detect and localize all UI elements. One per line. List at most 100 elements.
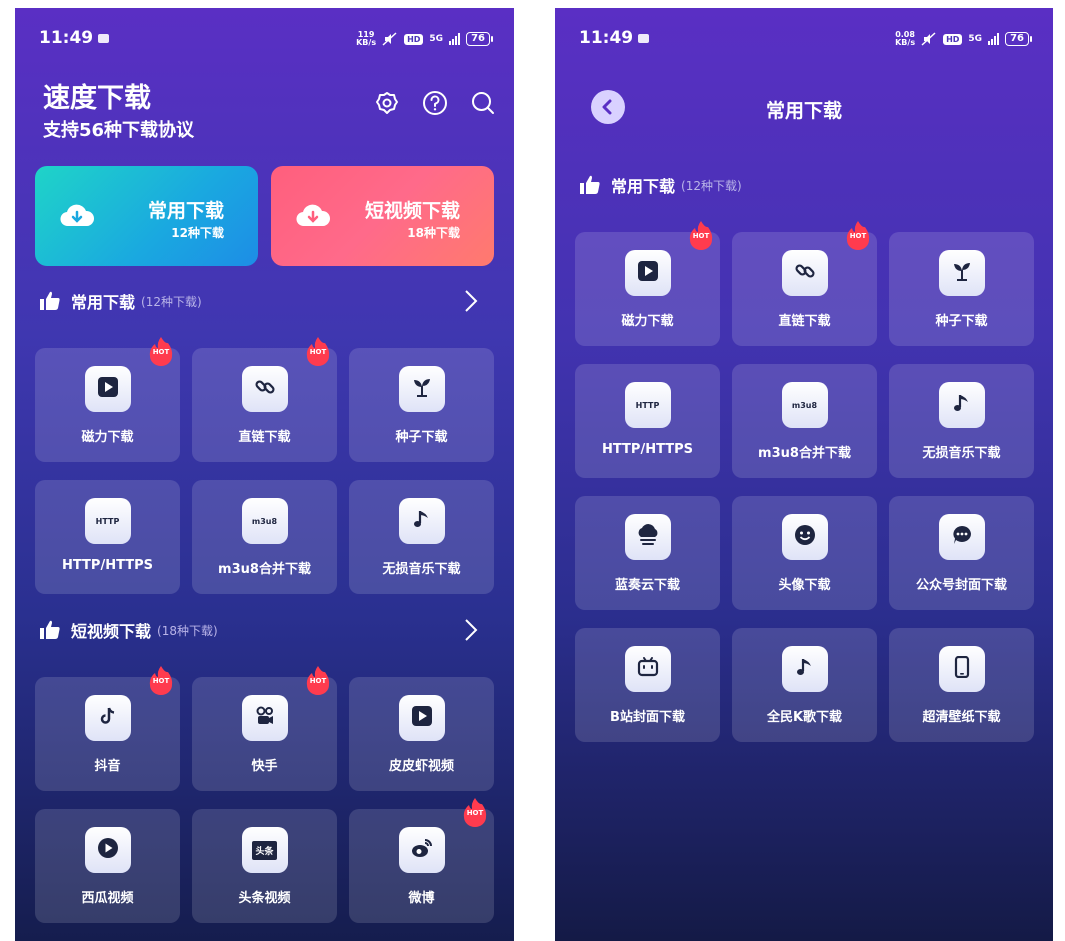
common-download-card[interactable]: 常用下载 12种下载 [35, 166, 258, 266]
network-type: 5G [968, 34, 983, 44]
download-tile[interactable]: m3u8 m3u8合并下载 [732, 364, 877, 478]
battery-icon: 76 [466, 32, 493, 46]
chevron-right-icon[interactable] [464, 289, 478, 313]
tile-icon-box [781, 250, 828, 296]
download-tile[interactable]: 头条 头条视频 [192, 809, 337, 923]
download-tile[interactable]: 超清壁纸下载 [889, 628, 1034, 742]
tile-icon-box: m3u8 [241, 498, 288, 544]
tile-label: m3u8合并下载 [218, 562, 311, 577]
m3u8-icon: m3u8 [791, 400, 818, 410]
section-title: 常用下载 [611, 177, 676, 196]
download-tile[interactable]: HTTP HTTP/HTTPS [35, 480, 180, 594]
card-title: 短视频下载 [364, 200, 460, 222]
tile-label: 西瓜视频 [81, 891, 134, 906]
tiktok-icon [97, 705, 119, 731]
thumbs-up-icon [40, 291, 60, 310]
download-tile[interactable]: 公众号封面下载 [889, 496, 1034, 610]
hot-badge: HOT [845, 220, 871, 250]
hot-label: HOT [849, 232, 867, 240]
download-tile[interactable]: m3u8 m3u8合并下载 [192, 480, 337, 594]
play-icon [97, 376, 119, 402]
thumbs-up-icon [580, 175, 600, 194]
download-tile[interactable]: 无损音乐下载 [889, 364, 1034, 478]
download-tile[interactable]: 直链下载 HOT [192, 337, 337, 462]
chevron-right-icon[interactable] [464, 618, 478, 642]
download-tile[interactable]: 直链下载 HOT [732, 221, 877, 346]
tile-icon-box: 头条 [241, 827, 288, 873]
tile-label: 种子下载 [935, 314, 988, 329]
download-tile[interactable]: 磁力下载 HOT [35, 337, 180, 462]
hd-badge: HD [943, 33, 963, 45]
tile-label: 公众号封面下载 [915, 578, 1007, 593]
music-note-icon [794, 656, 816, 682]
tile-icon-box [938, 646, 985, 692]
hot-badge: HOT [148, 665, 174, 695]
kuaishou-icon [254, 705, 276, 731]
tile-label: m3u8合并下载 [758, 446, 851, 461]
tile-label: 直链下载 [778, 314, 831, 329]
chat-icon [951, 524, 973, 550]
app-subtitle: 支持56种下载协议 [43, 120, 195, 141]
signal-icon [449, 33, 461, 45]
bilibili-icon [637, 656, 659, 682]
download-tile[interactable]: 全民K歌下载 [732, 628, 877, 742]
tile-label: 磁力下载 [81, 430, 134, 445]
hot-badge: HOT [462, 797, 488, 827]
hot-label: HOT [152, 677, 170, 685]
settings-icon[interactable] [374, 90, 400, 116]
tile-icon-box [84, 827, 131, 873]
download-tile[interactable]: 皮皮虾视频 [349, 677, 494, 791]
tile-label: 超清壁纸下载 [922, 710, 1001, 725]
tile-icon-box [241, 366, 288, 412]
hot-label: HOT [152, 348, 170, 356]
download-tile[interactable]: 微博 HOT [349, 798, 494, 923]
http-icon: HTTP [635, 400, 660, 410]
download-tile[interactable]: HTTP HTTP/HTTPS [575, 364, 720, 478]
download-tile[interactable]: 种子下载 [349, 348, 494, 462]
sprout-icon [411, 376, 433, 402]
tile-label: 直链下载 [238, 430, 291, 445]
tile-label: HTTP/HTTPS [602, 442, 693, 457]
download-tile[interactable]: 快手 HOT [192, 666, 337, 791]
download-tile[interactable]: 磁力下载 HOT [575, 221, 720, 346]
m3u8-icon: m3u8 [251, 516, 278, 526]
hot-badge: HOT [688, 220, 714, 250]
status-time: 11:49 [39, 28, 110, 48]
section-count: (12种下载) [141, 294, 202, 309]
tile-label: HTTP/HTTPS [62, 558, 153, 573]
http-icon: HTTP [95, 516, 120, 526]
download-tile[interactable]: 种子下载 [889, 232, 1034, 346]
card-subtitle: 12种下载 [171, 226, 224, 240]
download-tile[interactable]: 无损音乐下载 [349, 480, 494, 594]
card-title: 常用下载 [147, 200, 224, 222]
play-circle-icon [97, 837, 119, 863]
tile-label: 全民K歌下载 [766, 710, 843, 725]
tile-label: 微博 [408, 891, 435, 906]
download-tile[interactable]: 抖音 HOT [35, 666, 180, 791]
hot-badge: HOT [148, 336, 174, 366]
tile-label: 头像下载 [778, 578, 831, 593]
section-short-header[interactable]: 短视频下载 (18种下载) [39, 615, 514, 645]
tile-icon-box [398, 366, 445, 412]
download-tile[interactable]: 头像下载 [732, 496, 877, 610]
hot-label: HOT [309, 348, 327, 356]
tile-icon-box [398, 827, 445, 873]
hot-badge: HOT [305, 336, 331, 366]
tile-icon-box [84, 695, 131, 741]
cloud-download-icon [296, 204, 331, 227]
mute-icon [921, 32, 936, 46]
help-icon[interactable] [422, 90, 448, 116]
download-tile[interactable]: 蓝奏云下载 [575, 496, 720, 610]
short-video-download-card[interactable]: 短视频下载 18种下载 [271, 166, 494, 266]
section-common-header[interactable]: 常用下载 (12种下载) [39, 286, 514, 316]
search-icon[interactable] [470, 90, 496, 116]
tile-label: 蓝奏云下载 [614, 578, 680, 593]
download-tile[interactable]: B站封面下载 [575, 628, 720, 742]
battery-icon: 76 [1005, 32, 1032, 46]
tile-icon-box [624, 514, 671, 560]
card-subtitle: 18种下载 [407, 226, 460, 240]
phone-icon [951, 655, 973, 682]
tile-icon-box [398, 498, 445, 544]
tile-label: B站封面下载 [610, 710, 685, 725]
download-tile[interactable]: 西瓜视频 [35, 809, 180, 923]
